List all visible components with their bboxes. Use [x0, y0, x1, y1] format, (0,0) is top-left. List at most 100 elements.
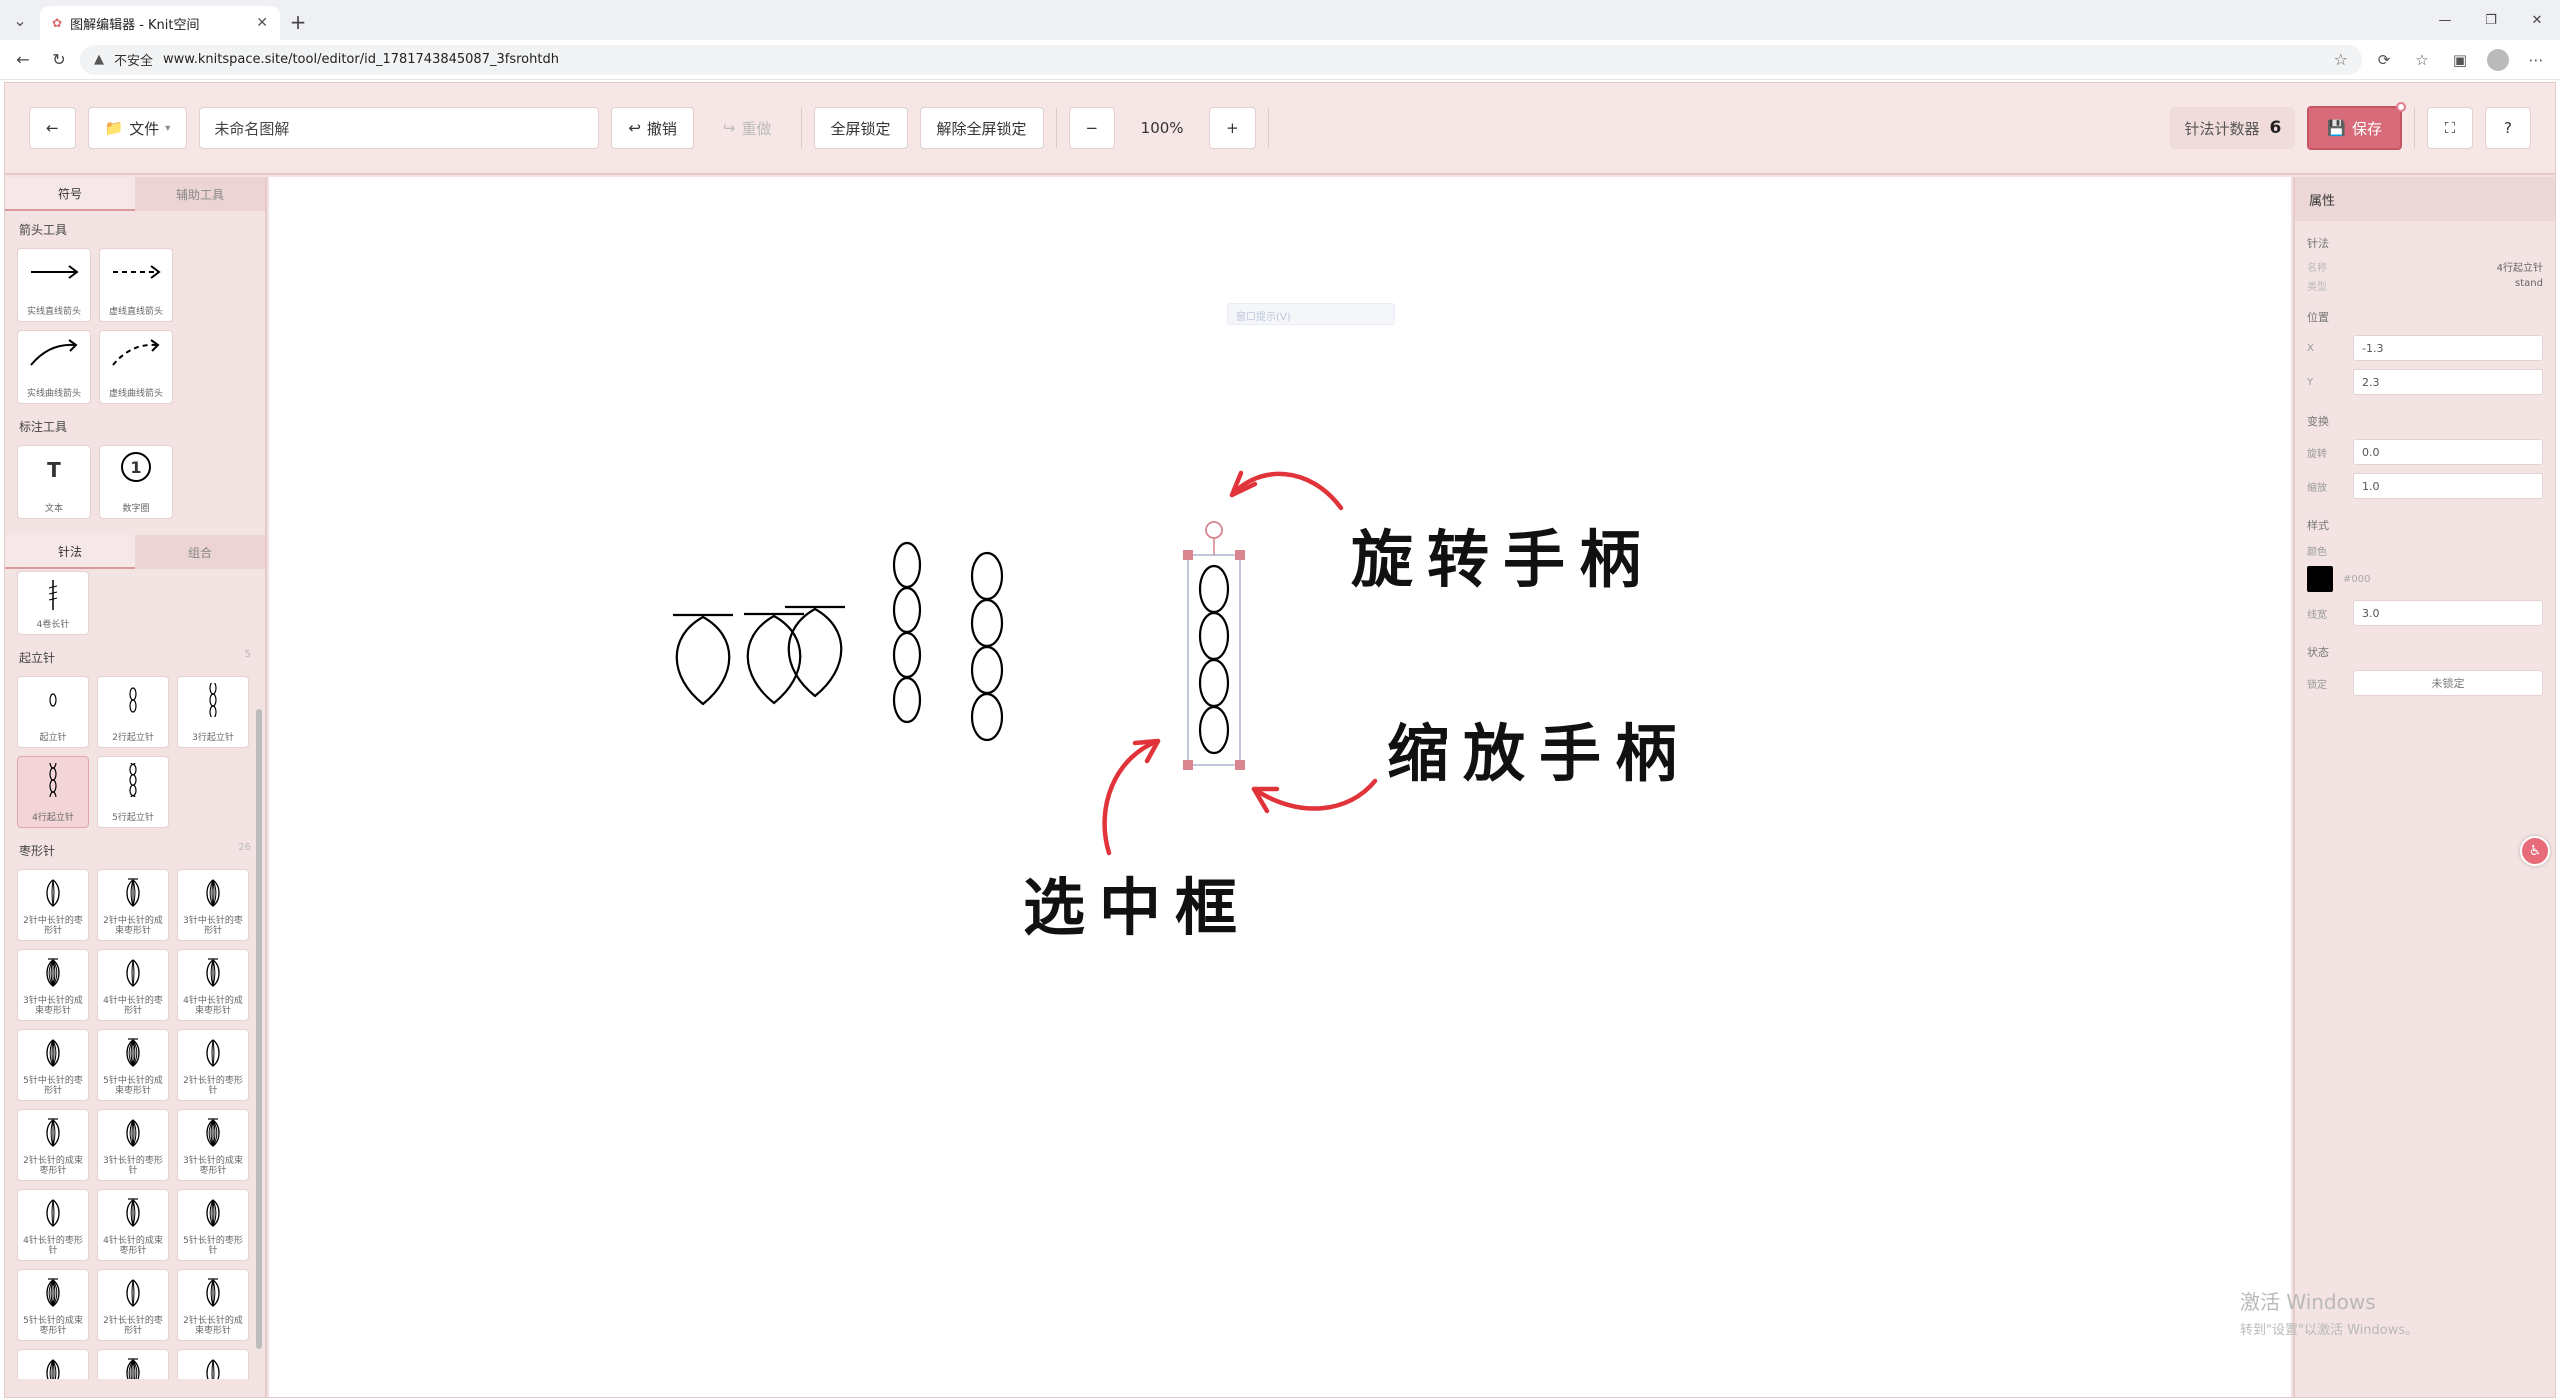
puff-stitch-tile[interactable]: 2针中长针的枣形针 — [17, 869, 89, 941]
drawing-canvas[interactable]: 窗口提示(V) 旋转手柄 缩放手柄 选中框 — [269, 177, 2291, 1397]
puff-section-header[interactable]: 枣形针 26 — [5, 832, 265, 865]
tab-combos[interactable]: 组合 — [135, 535, 265, 569]
puff-stitch-tile[interactable] — [97, 1349, 169, 1379]
text-tool-tile[interactable]: T 文本 — [17, 445, 91, 519]
chain-stitch-tile[interactable]: 3行起立针 — [177, 676, 249, 748]
puff-stitch-tile[interactable]: 3针中长针的成束枣形针 — [17, 949, 89, 1021]
puff-stitch-tile[interactable]: 5针中长针的枣形针 — [17, 1029, 89, 1101]
y-input[interactable]: 2.3 — [2353, 369, 2543, 395]
color-hex[interactable]: #000 — [2343, 574, 2543, 585]
puff-stitch-tile[interactable]: 5针长针的成束枣形针 — [17, 1269, 89, 1341]
puff-stitch-tile[interactable]: 4针中长针的成束枣形针 — [177, 949, 249, 1021]
arrow-section-header[interactable]: 箭头工具 — [5, 211, 265, 244]
annotation-scale-handle: 缩放手柄 — [1387, 717, 1692, 790]
linewidth-input[interactable]: 3.0 — [2353, 600, 2543, 626]
number-circle-tile[interactable]: 1 数字圈 — [99, 445, 173, 519]
x-input[interactable]: -1.3 — [2353, 335, 2543, 361]
more-menu-icon[interactable]: ⋯ — [2520, 45, 2552, 75]
fullscreen-button[interactable]: ⛶ — [2427, 107, 2473, 149]
close-window-icon[interactable]: ✕ — [2514, 0, 2560, 40]
back-button[interactable]: ← — [29, 107, 76, 149]
puff-stitch-tile[interactable]: 4针中长针的枣形针 — [97, 949, 169, 1021]
puff-stitch-tile[interactable]: 2针长长针的成束枣形针 — [177, 1269, 249, 1341]
tab-close-icon[interactable]: ✕ — [256, 15, 268, 31]
url-field[interactable]: ▲ 不安全 www.knitspace.site/tool/editor/id_… — [80, 44, 2362, 75]
puff-stitch-tile[interactable]: 4针长针的枣形针 — [17, 1189, 89, 1261]
stitch-scrollbar[interactable] — [255, 569, 263, 1369]
new-tab-button[interactable]: + — [280, 4, 316, 40]
puff-stitch-tile[interactable]: 3针长针的成束枣形针 — [177, 1109, 249, 1181]
unlock-all-button[interactable]: 解除全屏锁定 — [919, 107, 1044, 149]
undo-button[interactable]: ↩ 撤销 — [611, 107, 694, 149]
puff-stitch-tile[interactable] — [17, 1349, 89, 1379]
puff-stitch-tile[interactable]: 2针长长针的枣形针 — [97, 1269, 169, 1341]
file-menu-button[interactable]: 📁 文件 ▾ — [87, 107, 188, 149]
scale-input[interactable]: 1.0 — [2353, 473, 2543, 499]
restore-icon[interactable]: ❐ — [2468, 0, 2514, 40]
redo-button[interactable]: ↪ 重做 — [706, 107, 789, 149]
selected-chain-stitch[interactable] — [1198, 564, 1230, 755]
scale-handle[interactable] — [1235, 550, 1245, 560]
puff-stitch-tile[interactable]: 2针长针的枣形针 — [177, 1029, 249, 1101]
puff-stitch-tile[interactable]: 5针长针的枣形针 — [177, 1189, 249, 1261]
puff-stitch-tile[interactable]: 3针中长针的枣形针 — [177, 869, 249, 941]
help-button[interactable]: ? — [2485, 107, 2531, 149]
dashed-arrow-tile[interactable]: 虚线直线箭头 — [99, 248, 173, 322]
tab-symbols[interactable]: 符号 — [5, 177, 135, 211]
rotate-input[interactable]: 0.0 — [2353, 439, 2543, 465]
lock-toggle-button[interactable]: 未锁定 — [2353, 670, 2543, 696]
mark-section-title: 标注工具 — [19, 420, 68, 434]
color-swatch[interactable] — [2307, 566, 2333, 592]
stitch-tile[interactable]: 4卷长针 — [17, 571, 89, 635]
tab-stitches[interactable]: 针法 — [5, 535, 135, 569]
stitch-list[interactable]: 4卷长针 起立针 5 起立针 2行起立针 3行起立针 4行起立针 5行起立针 枣形针 26 … — [5, 569, 265, 1379]
reload-icon[interactable]: ↻ — [44, 45, 74, 75]
doc-name-input[interactable]: 未命名图解 — [199, 107, 600, 149]
puff-stitch[interactable] — [785, 605, 845, 698]
puff-stitch-icon — [126, 1279, 140, 1307]
extensions-icon[interactable]: ⟳ — [2368, 45, 2400, 75]
accessibility-icon[interactable]: ♿ — [2520, 836, 2550, 866]
puff-stitch-tile[interactable]: 5针中长针的成束枣形针 — [97, 1029, 169, 1101]
stitch-counter[interactable]: 针法计数器 6 — [2170, 107, 2296, 149]
puff-stitch-tile[interactable]: 2针长针的成束枣形针 — [17, 1109, 89, 1181]
chain-stitch-column[interactable] — [970, 551, 1004, 742]
chain-section-header[interactable]: 起立针 5 — [5, 639, 265, 672]
puff-stitch-tile[interactable]: 4针长针的成束枣形针 — [97, 1189, 169, 1261]
zoom-in-button[interactable]: + — [1209, 107, 1256, 149]
save-button[interactable]: 💾 保存 — [2307, 102, 2406, 150]
profile-button[interactable] — [2482, 45, 2514, 75]
collections-icon[interactable]: ▣ — [2444, 45, 2476, 75]
chain-stitch-tile[interactable]: 2行起立针 — [97, 676, 169, 748]
puff-stitch-tile[interactable]: 2针中长针的成束枣形针 — [97, 869, 169, 941]
browser-tab[interactable]: ✿ 图解编辑器 - Knit空间 ✕ — [40, 6, 280, 40]
minimize-icon[interactable]: — — [2422, 0, 2468, 40]
scale-handle[interactable] — [1183, 550, 1193, 560]
solid-arrow-tile[interactable]: 实线直线箭头 — [17, 248, 91, 322]
tab-aux-tools[interactable]: 辅助工具 — [135, 177, 265, 211]
chain-stitch-tile[interactable]: 4行起立针 — [17, 756, 89, 828]
favorites-icon[interactable]: ☆ — [2406, 45, 2438, 75]
tile-label: 2针长针的枣形针 — [183, 1076, 243, 1096]
rotate-handle[interactable] — [1205, 521, 1223, 539]
divider — [800, 108, 802, 148]
x-row: X -1.3 — [2295, 331, 2555, 365]
chain-stitch-tile[interactable]: 5行起立针 — [97, 756, 169, 828]
puff-stitch[interactable] — [673, 613, 733, 706]
chain-stitch-tile[interactable]: 起立针 — [17, 676, 89, 748]
tile-label: 4针长针的成束枣形针 — [103, 1236, 163, 1256]
zoom-out-button[interactable]: − — [1068, 107, 1116, 149]
scale-handle[interactable] — [1183, 760, 1193, 770]
tab-search-icon[interactable]: ⌄ — [0, 0, 40, 40]
bookmark-star-icon[interactable]: ☆ — [2334, 50, 2348, 69]
scroll-thumb[interactable] — [256, 709, 262, 1349]
curved-arrow-tile[interactable]: 实线曲线箭头 — [17, 330, 91, 404]
mark-section-header[interactable]: 标注工具 — [5, 408, 265, 441]
puff-stitch-tile[interactable]: 3针长针的枣形针 — [97, 1109, 169, 1181]
back-icon[interactable]: ← — [8, 45, 38, 75]
puff-stitch-tile[interactable] — [177, 1349, 249, 1379]
scale-handle[interactable] — [1235, 760, 1245, 770]
dashed-curved-arrow-tile[interactable]: 虚线曲线箭头 — [99, 330, 173, 404]
lock-all-button[interactable]: 全屏锁定 — [813, 107, 908, 149]
chain-stitch-column[interactable] — [892, 541, 922, 724]
